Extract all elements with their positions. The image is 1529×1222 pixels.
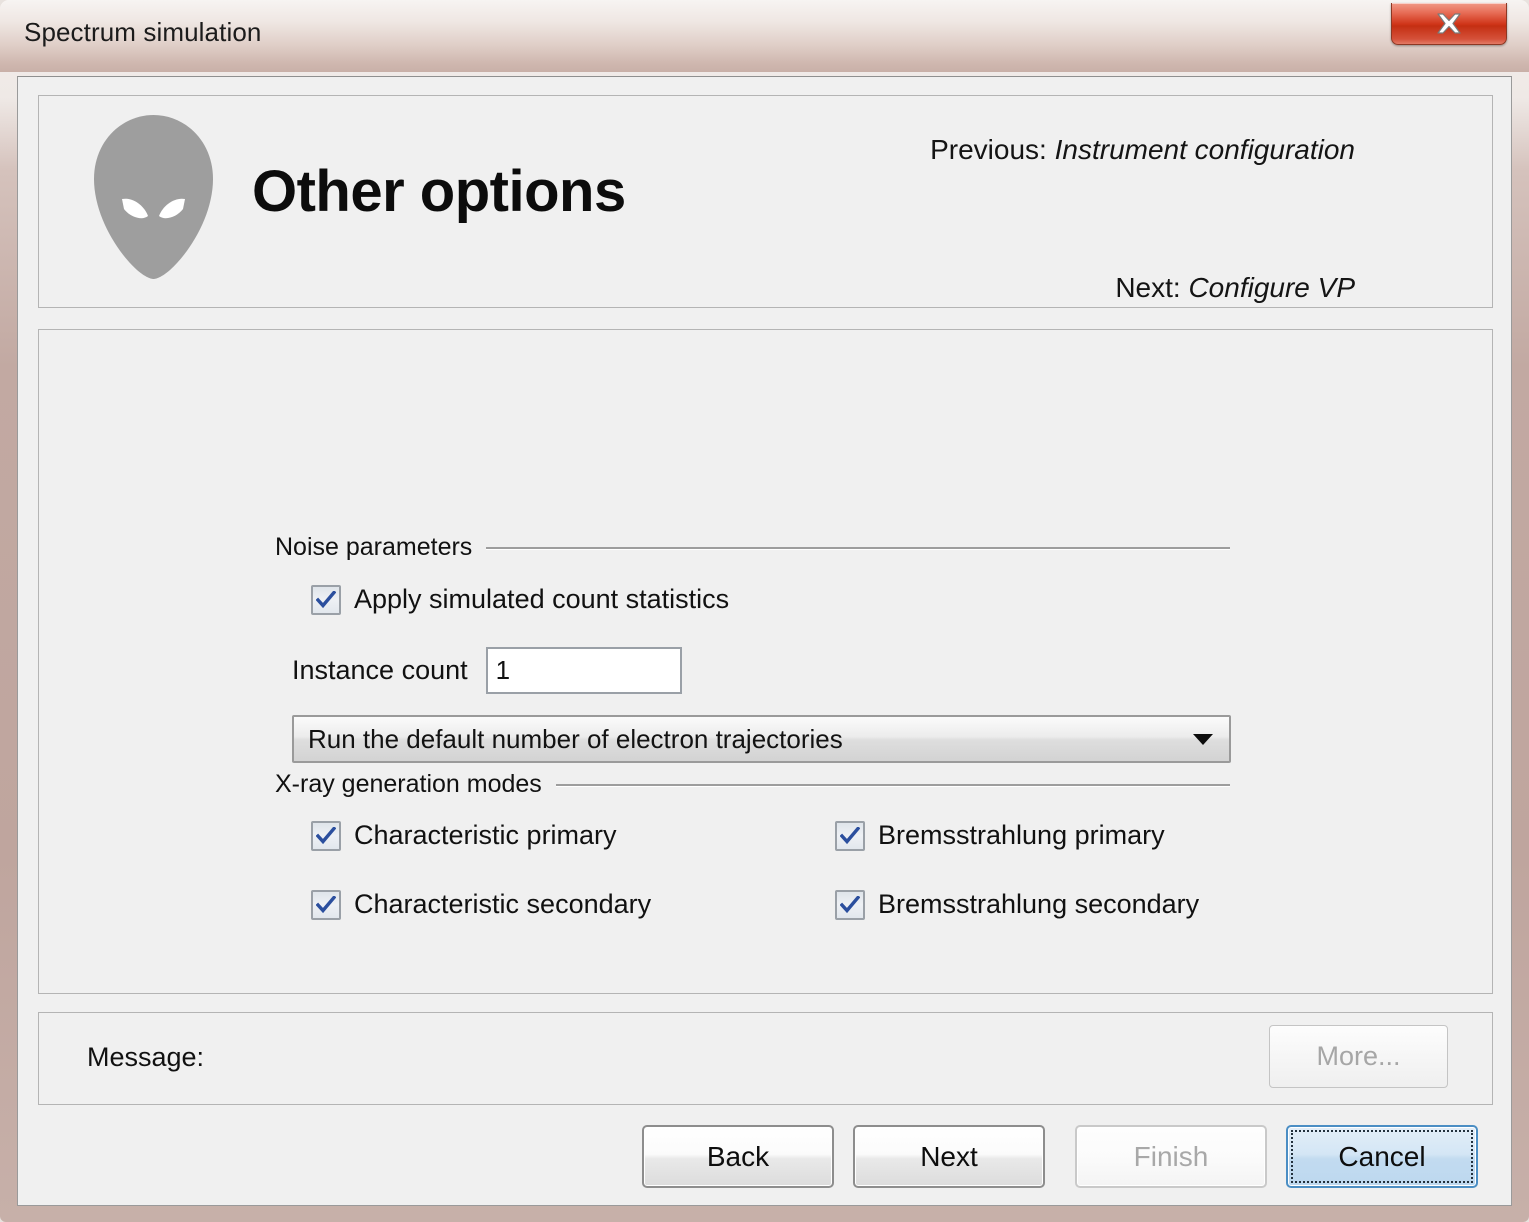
back-button-label: Back — [706, 1140, 770, 1172]
dialog-client-area: Other options Previous: Instrument confi… — [17, 76, 1512, 1206]
previous-prefix: Previous: — [930, 134, 1047, 165]
group-separator — [555, 783, 1230, 786]
previous-step-name: Instrument configuration — [1054, 134, 1355, 165]
checkbox-label: Characteristic secondary — [354, 889, 652, 919]
alien-head-icon — [92, 113, 215, 281]
next-prefix: Next: — [1115, 272, 1181, 303]
instance-count-row: Instance count — [292, 647, 682, 694]
noise-parameters-group-header: Noise parameters — [275, 533, 1230, 562]
message-bar: Message: More... — [38, 1012, 1493, 1105]
checkbox-characteristic-primary[interactable]: Characteristic primary — [311, 820, 617, 851]
previous-step-label: Previous: Instrument configuration — [930, 134, 1355, 166]
finish-button-label: Finish — [1133, 1140, 1209, 1172]
checkbox-box[interactable] — [835, 820, 865, 851]
checkbox-box[interactable] — [835, 889, 865, 920]
checkbox-characteristic-secondary[interactable]: Characteristic secondary — [311, 889, 651, 920]
next-step-name: Configure VP — [1188, 272, 1355, 303]
page-title: Other options — [252, 159, 626, 224]
message-label: Message: — [87, 1042, 205, 1072]
more-button[interactable]: More... — [1269, 1025, 1448, 1088]
title-bar: Spectrum simulation — [0, 0, 1529, 72]
close-icon[interactable] — [1391, 3, 1507, 45]
chevron-down-icon[interactable] — [1177, 733, 1229, 746]
instance-count-label: Instance count — [292, 655, 468, 685]
group-separator — [486, 546, 1230, 549]
back-button[interactable]: Back — [642, 1125, 834, 1188]
checkbox-bremsstrahlung-secondary[interactable]: Bremsstrahlung secondary — [835, 889, 1199, 920]
cancel-button[interactable]: Cancel — [1286, 1125, 1478, 1188]
next-button[interactable]: Next — [853, 1125, 1045, 1188]
instance-count-input[interactable] — [485, 647, 682, 694]
trajectories-select[interactable]: Run the default number of electron traje… — [292, 715, 1231, 763]
checkbox-apply-count-statistics[interactable]: Apply simulated count statistics — [311, 584, 729, 615]
checkbox-label: Characteristic primary — [354, 820, 617, 850]
checkbox-box[interactable] — [311, 889, 341, 920]
dialog-window: Spectrum simulation Other options Previo… — [0, 0, 1529, 1222]
cancel-button-label: Cancel — [1338, 1140, 1426, 1172]
checkbox-box[interactable] — [311, 584, 341, 615]
xray-modes-label: X-ray generation modes — [275, 770, 542, 798]
next-step-label: Next: Configure VP — [1115, 272, 1355, 304]
dialog-footer: Back Next Finish Cancel — [18, 1117, 1513, 1207]
checkbox-box[interactable] — [311, 820, 341, 851]
checkbox-label: Bremsstrahlung primary — [878, 820, 1165, 850]
wizard-header-panel: Other options Previous: Instrument confi… — [38, 95, 1493, 308]
checkbox-label: Apply simulated count statistics — [354, 584, 730, 614]
checkbox-label: Bremsstrahlung secondary — [878, 889, 1200, 919]
noise-parameters-label: Noise parameters — [275, 533, 473, 561]
options-panel: Noise parameters Apply simulated count s… — [38, 329, 1493, 994]
window-title: Spectrum simulation — [24, 17, 262, 47]
xray-modes-group-header: X-ray generation modes — [275, 770, 1230, 799]
finish-button: Finish — [1075, 1125, 1267, 1188]
trajectories-select-value: Run the default number of electron traje… — [308, 723, 843, 754]
next-button-label: Next — [920, 1140, 978, 1172]
checkbox-bremsstrahlung-primary[interactable]: Bremsstrahlung primary — [835, 820, 1165, 851]
